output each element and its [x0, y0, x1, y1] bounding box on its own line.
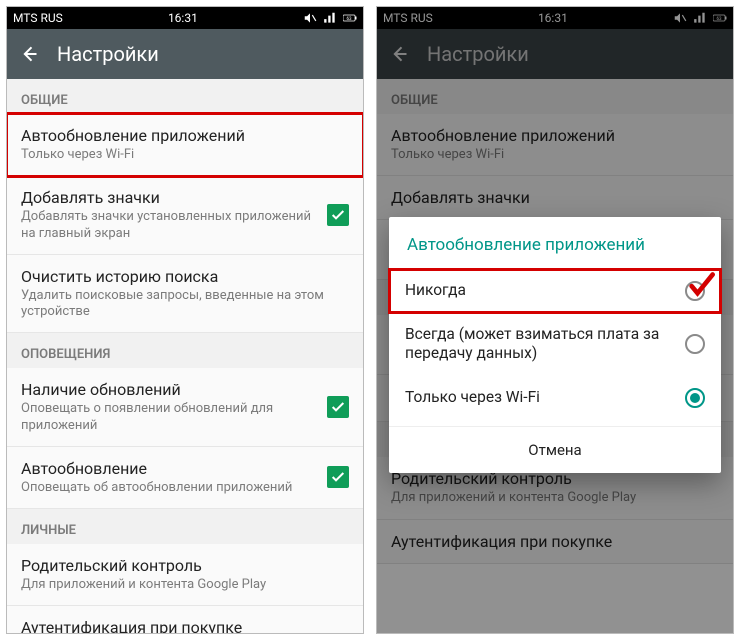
svg-text:63: 63	[346, 16, 352, 22]
dialog-option-never[interactable]: Никогда	[389, 269, 721, 313]
carrier-label: MTS RUS	[13, 11, 63, 25]
section-general: ОБЩИЕ	[7, 79, 363, 114]
phone-left: MTS RUS 16:31 63 Настройки ОБЩИЕ Автообн…	[6, 6, 364, 634]
dialog-option-always[interactable]: Всегда (может взиматься плата за передач…	[389, 313, 721, 376]
annotation-check-icon	[687, 271, 715, 299]
section-notifications: ОПОВЕЩЕНИЯ	[7, 333, 363, 368]
autoupdate-dialog: Автообновление приложений Никогда Всегда…	[389, 217, 721, 473]
row-subtitle: Для приложений и контента Google Play	[21, 577, 349, 593]
row-title: Очистить историю поиска	[21, 267, 349, 286]
row-subtitle: Оповещать об автообновлении приложений	[21, 480, 327, 496]
row-subtitle: Только через Wi-Fi	[21, 147, 349, 163]
option-label: Всегда (может взиматься плата за передач…	[405, 325, 673, 364]
checkbox-checked-icon[interactable]	[327, 204, 349, 226]
row-title: Родительский контроль	[21, 556, 349, 575]
row-title: Автообновление приложений	[21, 126, 349, 145]
checkbox-checked-icon[interactable]	[327, 396, 349, 418]
option-label: Только через Wi-Fi	[405, 388, 673, 407]
mute-icon	[303, 11, 317, 25]
row-subtitle: Оповещать о появлении обновлений для при…	[21, 401, 327, 434]
status-icons: 63	[303, 11, 357, 25]
row-add-icons[interactable]: Добавлять значки Добавлять значки устано…	[7, 176, 363, 255]
row-autoupdate-apps[interactable]: Автообновление приложений Только через W…	[7, 114, 363, 176]
row-title: Аутентификация при покупке	[21, 618, 349, 634]
app-bar: Настройки	[7, 29, 363, 79]
row-title: Автообновление	[21, 459, 327, 478]
row-parental[interactable]: Родительский контроль Для приложений и к…	[7, 544, 363, 606]
status-bar: MTS RUS 16:31 63	[7, 7, 363, 29]
phone-right: MTS RUS 16:31 63 Настройки ОБЩИЕ Автообн…	[376, 6, 734, 634]
back-icon[interactable]	[19, 44, 39, 64]
row-clear-search[interactable]: Очистить историю поиска Удалить поисковы…	[7, 255, 363, 334]
row-title: Наличие обновлений	[21, 380, 327, 399]
dialog-title: Автообновление приложений	[389, 217, 721, 269]
section-personal: ЛИЧНЫЕ	[7, 509, 363, 544]
option-label: Никогда	[405, 281, 673, 300]
battery-icon: 63	[343, 11, 357, 25]
dialog-cancel-button[interactable]: Отмена	[389, 426, 721, 469]
row-has-updates[interactable]: Наличие обновлений Оповещать о появлении…	[7, 368, 363, 447]
row-autoupdate-notify[interactable]: Автообновление Оповещать об автообновлен…	[7, 447, 363, 509]
row-subtitle: Добавлять значки установленных приложени…	[21, 209, 327, 242]
radio-unchecked-icon[interactable]	[685, 334, 705, 354]
dialog-option-wifi[interactable]: Только через Wi-Fi	[389, 376, 721, 420]
row-title: Добавлять значки	[21, 188, 327, 207]
radio-checked-icon[interactable]	[685, 388, 705, 408]
appbar-title: Настройки	[57, 42, 159, 66]
signal-icon	[323, 11, 337, 25]
row-auth-purchase[interactable]: Аутентификация при покупке	[7, 606, 363, 634]
row-subtitle: Удалить поисковые запросы, введенные на …	[21, 288, 349, 321]
clock-label: 16:31	[63, 11, 303, 25]
checkbox-checked-icon[interactable]	[327, 466, 349, 488]
